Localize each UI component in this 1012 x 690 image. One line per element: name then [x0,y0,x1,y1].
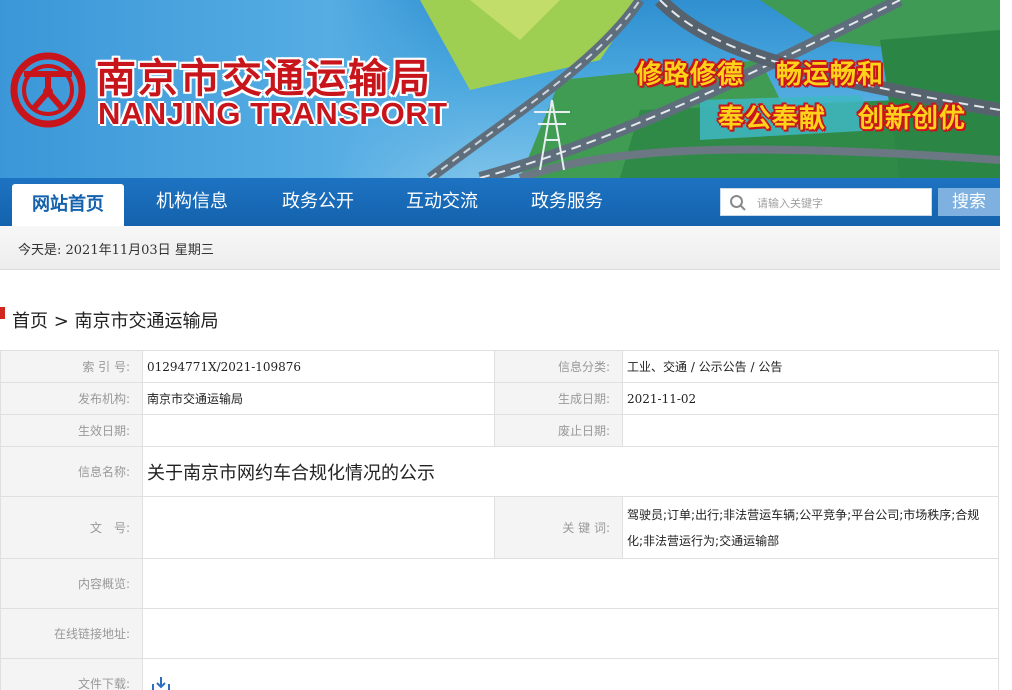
doc-number-value [142,496,495,559]
main-nav: 网站首页 机构信息 政务公开 互动交流 政务服务 搜索 [0,178,1000,226]
current-date: 今天是: 2021年11月03日 星期三 [18,243,214,258]
search-box [720,188,932,216]
table-row: 在线链接地址: [0,608,999,659]
table-row: 内容概览: [0,558,999,609]
nav-item-gov-services[interactable]: 政务服务 [514,178,620,226]
online-link-value [142,608,999,659]
effective-date-value [142,414,495,447]
transport-logo-emblem [10,52,86,128]
search-button[interactable]: 搜索 [938,188,1000,216]
document-info-table: 索 引 号: 01294771X/2021-109876 信息分类: 工业、交通… [0,350,999,690]
online-link-label: 在线链接地址: [0,608,143,659]
download-icon[interactable] [151,675,171,690]
info-name-label: 信息名称: [0,446,143,497]
nav-item-organization[interactable]: 机构信息 [140,178,244,226]
search-icon [730,195,746,211]
keywords-label: 关 键 词: [494,496,623,559]
table-row: 文件下载: [0,658,999,690]
created-date-value: 2021-11-02 [622,382,999,415]
slogan-3: 奉公奉献 [718,104,827,134]
breadcrumb-marker [0,307,5,319]
abolished-date-label: 废止日期: [494,414,623,447]
effective-date-label: 生效日期: [0,414,143,447]
summary-value [142,558,999,609]
nav-item-home[interactable]: 网站首页 [12,184,124,226]
table-row: 信息名称: 关于南京市网约车合规化情况的公示 [0,446,999,497]
table-row: 生效日期: 废止日期: [0,414,999,447]
created-date-label: 生成日期: [494,382,623,415]
doc-number-label: 文 号: [0,496,143,559]
slogan-4: 创新创优 [858,104,967,134]
category-value: 工业、交通 / 公示公告 / 公告 [622,350,999,383]
file-download-cell [142,658,999,690]
file-download-label: 文件下载: [0,658,143,690]
index-value: 01294771X/2021-109876 [142,350,495,383]
table-row: 文 号: 关 键 词: 驾驶员;订单;出行;非法营运车辆;公平竞争;平台公司;市… [0,496,999,559]
nav-item-gov-affairs-public[interactable]: 政务公开 [266,178,370,226]
slogan-1: 修路修德 [636,60,745,90]
breadcrumb: 首页 > 南京市交通运输局 [12,311,219,332]
header-banner: 南京市交通运输局 NANJING TRANSPORT 修路修德 畅运畅和 奉公奉… [0,0,1000,178]
site-title-en: NANJING TRANSPORT [98,96,448,131]
index-label: 索 引 号: [0,350,143,383]
search-input[interactable] [757,193,925,213]
slogan-2: 畅运畅和 [776,60,885,90]
table-row: 发布机构: 南京市交通运输局 生成日期: 2021-11-02 [0,382,999,415]
publisher-value: 南京市交通运输局 [142,382,495,415]
table-row: 索 引 号: 01294771X/2021-109876 信息分类: 工业、交通… [0,350,999,383]
category-label: 信息分类: [494,350,623,383]
date-bar: 今天是: 2021年11月03日 星期三 [0,226,1000,270]
publisher-label: 发布机构: [0,382,143,415]
summary-label: 内容概览: [0,558,143,609]
keywords-value: 驾驶员;订单;出行;非法营运车辆;公平竞争;平台公司;市场秩序;合规化;非法营运… [622,496,999,559]
info-name-value: 关于南京市网约车合规化情况的公示 [142,446,999,497]
nav-item-interaction[interactable]: 互动交流 [390,178,494,226]
abolished-date-value [622,414,999,447]
